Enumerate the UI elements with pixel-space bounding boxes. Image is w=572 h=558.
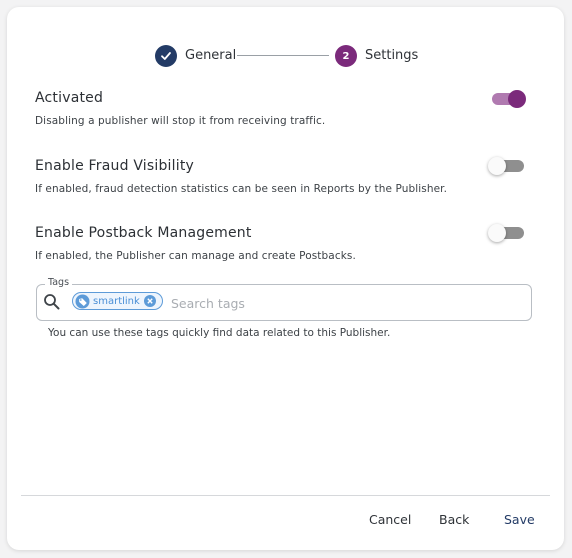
activated-toggle[interactable]: [492, 90, 526, 108]
step-settings-label[interactable]: Settings: [365, 48, 418, 63]
setting-description: Disabling a publisher will stop it from …: [35, 115, 326, 127]
setting-description: If enabled, fraud detection statistics c…: [35, 183, 448, 195]
cancel-button[interactable]: Cancel: [369, 512, 411, 527]
checkmark-icon: [161, 52, 171, 60]
save-button[interactable]: Save: [504, 512, 535, 527]
back-button[interactable]: Back: [439, 512, 469, 527]
toggle-thumb: [508, 90, 526, 108]
tag-chip-smartlink[interactable]: smartlink: [72, 292, 163, 310]
tags-field[interactable]: Tags smartlink: [36, 277, 532, 321]
fraud-visibility-toggle[interactable]: [488, 157, 524, 175]
setting-fraud-visibility: Enable Fraud Visibility If enabled, frau…: [35, 158, 535, 195]
search-tags-input[interactable]: [169, 293, 513, 313]
setting-title: Enable Fraud Visibility: [35, 158, 194, 174]
remove-tag-icon[interactable]: [143, 295, 156, 307]
postback-management-toggle[interactable]: [488, 224, 524, 242]
setting-title: Activated: [35, 90, 104, 106]
search-icon: [44, 294, 60, 310]
setting-postback-management: Enable Postback Management If enabled, t…: [35, 225, 535, 262]
tag-chip-label: smartlink: [93, 295, 140, 307]
footer-divider: [21, 495, 550, 496]
step-general-label[interactable]: General: [185, 48, 236, 63]
setting-activated: Activated Disabling a publisher will sto…: [35, 90, 535, 127]
publisher-settings-dialog: General 2 Settings Activated Disabling a…: [7, 7, 564, 550]
tags-legend: Tags: [45, 277, 73, 288]
tag-icon: [75, 294, 90, 308]
step-settings-number[interactable]: 2: [335, 45, 357, 67]
stepper-connector: [237, 55, 329, 56]
step-general-completed[interactable]: [155, 45, 177, 67]
toggle-thumb: [488, 224, 506, 242]
stepper: General 2 Settings: [7, 44, 564, 68]
setting-title: Enable Postback Management: [35, 225, 252, 241]
tags-help-text: You can use these tags quickly find data…: [48, 327, 391, 339]
setting-description: If enabled, the Publisher can manage and…: [35, 250, 356, 262]
toggle-thumb: [488, 157, 506, 175]
